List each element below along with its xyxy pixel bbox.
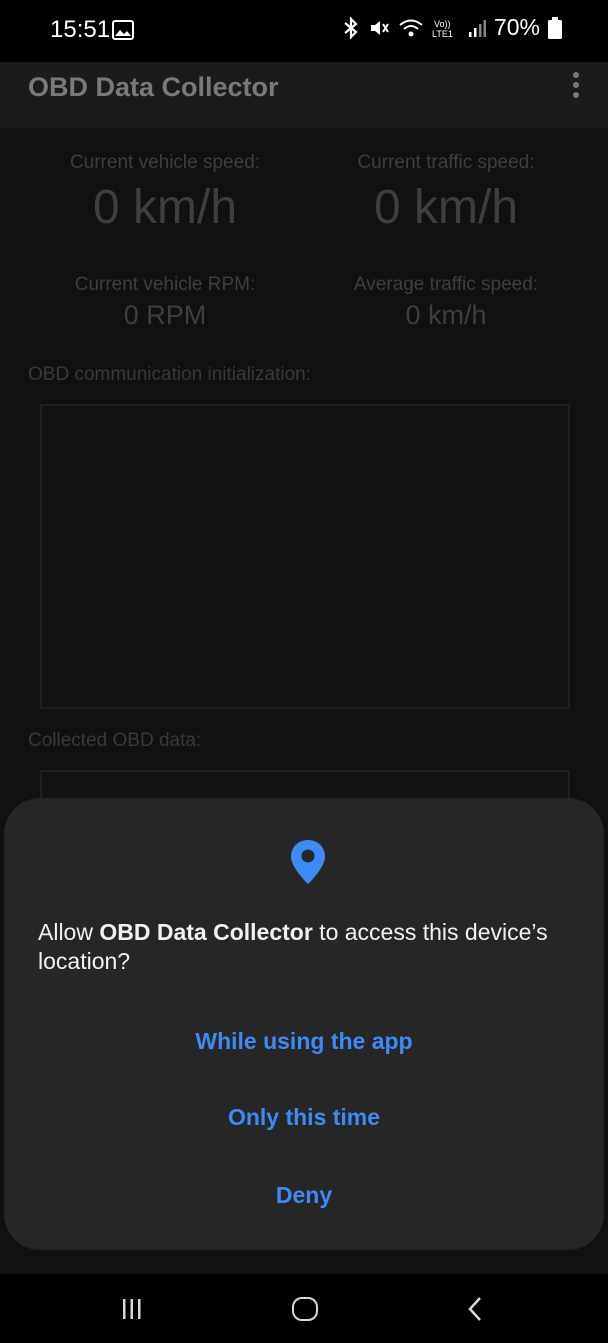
vehicle-speed-value: 0 km/h	[92, 181, 238, 234]
vehicle-rpm-value: 0 RPM	[123, 300, 207, 330]
signal-icon	[468, 19, 486, 37]
traffic-speed-value: 0 km/h	[373, 181, 519, 234]
dialog-app-name: OBD Data Collector	[99, 919, 313, 945]
nav-bar	[0, 1274, 608, 1343]
avg-traffic-speed-metric: Average traffic speed: 0 km/h	[310, 274, 582, 331]
only-this-time-button[interactable]: Only this time	[4, 1104, 604, 1131]
vehicle-rpm-label: Current vehicle RPM:	[74, 274, 256, 295]
app-title: OBD Data Collector	[28, 72, 279, 102]
battery-percent: 70%	[493, 14, 540, 40]
svg-text:Vo)): Vo))	[434, 19, 451, 29]
vehicle-speed-metric: Current vehicle speed: 0 km/h	[30, 152, 300, 235]
back-icon[interactable]	[466, 1296, 484, 1322]
gallery-icon	[112, 20, 134, 40]
location-pin-icon	[291, 840, 325, 884]
dialog-message-prefix: Allow	[38, 919, 100, 945]
while-using-app-button[interactable]: While using the app	[4, 1028, 604, 1055]
wifi-icon	[399, 19, 423, 36]
collected-section-label: Collected OBD data:	[28, 730, 202, 751]
svg-text:LTE1: LTE1	[432, 29, 453, 38]
app-bar: OBD Data Collector	[0, 62, 608, 128]
status-time: 15:51	[50, 16, 111, 43]
volte-icon: Vo)) LTE1	[432, 19, 453, 38]
mute-icon	[370, 20, 389, 35]
location-permission-dialog: Allow OBD Data Collector to access this …	[4, 798, 604, 1250]
avg-traffic-speed-label: Average traffic speed:	[353, 274, 539, 295]
init-log-box[interactable]	[40, 404, 570, 709]
avg-traffic-speed-value: 0 km/h	[405, 300, 487, 330]
init-section-label: OBD communication initialization:	[28, 364, 312, 385]
recents-icon[interactable]	[121, 1298, 143, 1320]
status-bar: 15:51 Vo)) LTE1 70%	[0, 0, 608, 62]
deny-button[interactable]: Deny	[4, 1182, 604, 1209]
traffic-speed-metric: Current traffic speed: 0 km/h	[310, 152, 582, 235]
traffic-speed-label: Current traffic speed:	[357, 152, 535, 173]
status-icons: Vo)) LTE1 70%	[342, 14, 562, 41]
home-icon[interactable]	[292, 1297, 318, 1321]
vehicle-rpm-metric: Current vehicle RPM: 0 RPM	[30, 274, 300, 331]
battery-icon	[548, 16, 562, 39]
bluetooth-icon	[344, 16, 358, 39]
overflow-menu-icon[interactable]	[566, 70, 586, 100]
vehicle-speed-label: Current vehicle speed:	[69, 152, 261, 173]
dialog-message: Allow OBD Data Collector to access this …	[38, 918, 568, 976]
